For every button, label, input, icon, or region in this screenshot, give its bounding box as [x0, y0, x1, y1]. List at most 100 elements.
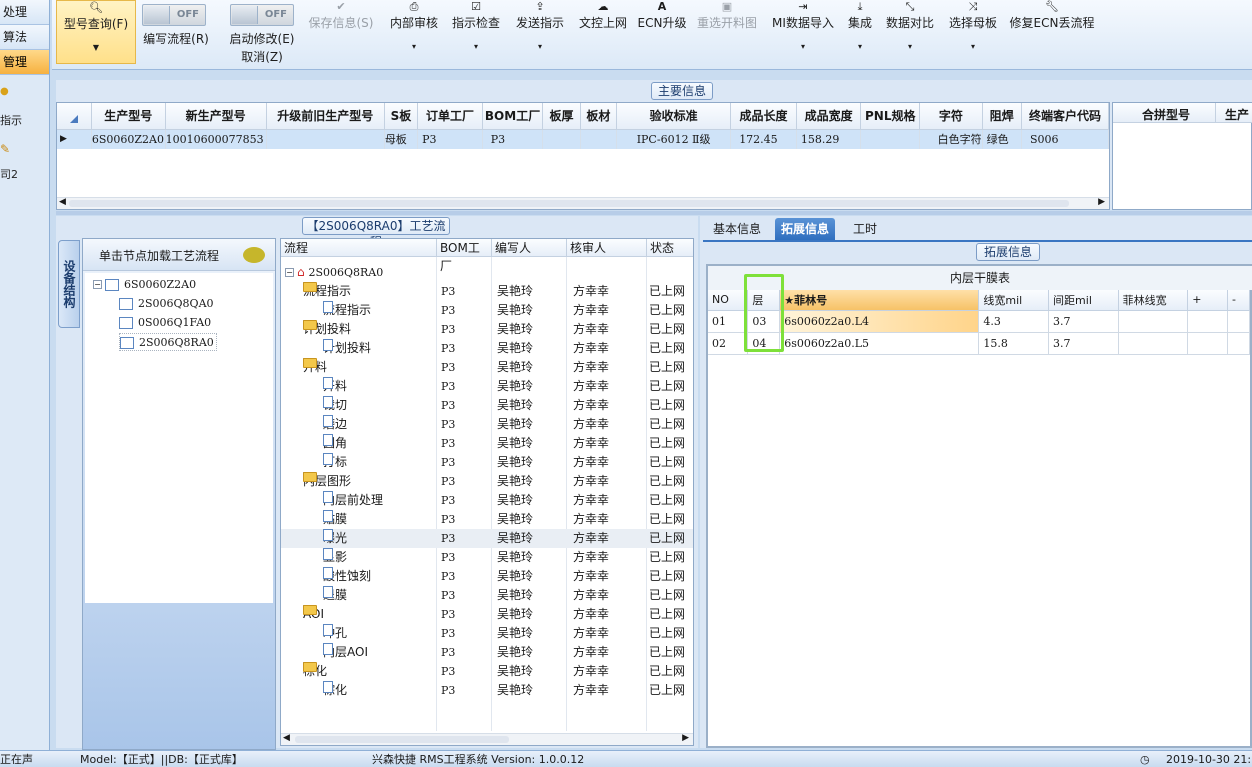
- flow-row[interactable]: 打标 P3 吴艳玲 方幸幸 已上网: [281, 453, 693, 472]
- sidebar-item-algorithm[interactable]: 算法: [0, 25, 49, 50]
- table-cell[interactable]: 15.8: [978, 332, 1050, 355]
- col-header[interactable]: 升级前旧生产型号: [266, 103, 385, 130]
- flow-row[interactable]: 显影 P3 吴艳玲 方幸幸 已上网: [281, 548, 693, 567]
- flow-row[interactable]: −开料P3吴艳玲方幸幸已上网: [281, 358, 693, 377]
- fix-ecn-flow-button[interactable]: 🔧︎ 修复ECN丢流程: [1008, 0, 1096, 62]
- table-cell[interactable]: S006: [1021, 129, 1109, 149]
- table-cell[interactable]: IPC-6012 Ⅱ级: [616, 129, 732, 149]
- flow-row[interactable]: 冲孔 P3 吴艳玲 方幸幸 已上网: [281, 624, 693, 643]
- doc-control-online-button[interactable]: ☁ 文控上网: [575, 0, 631, 62]
- add-column-button[interactable]: +: [1187, 290, 1229, 311]
- flow-row[interactable]: −流程指示P3吴艳玲方幸幸已上网: [281, 282, 693, 301]
- table-cell[interactable]: 172.45: [730, 129, 797, 149]
- table-cell[interactable]: 6S0060Z2A0: [91, 129, 166, 149]
- col-header[interactable]: 成品宽度: [796, 103, 862, 130]
- send-instruction-button[interactable]: ⇪ 发送指示 ▾: [512, 0, 568, 62]
- data-compare-button[interactable]: ⤡ 数据对比 ▾: [884, 0, 936, 62]
- col-header[interactable]: 终端客户代码: [1021, 103, 1109, 130]
- table-cell[interactable]: 6s0060z2a0.L4: [779, 310, 980, 333]
- scroll-thumb[interactable]: [295, 736, 509, 743]
- tree-node-selected[interactable]: 2S006Q8RA0: [119, 333, 217, 351]
- table-cell[interactable]: [860, 129, 921, 149]
- col-header[interactable]: 生产: [1225, 106, 1249, 123]
- horizontal-scrollbar[interactable]: ◀ ▶: [281, 733, 693, 745]
- table-cell[interactable]: 6s0060z2a0.L5: [779, 332, 980, 355]
- horizontal-scrollbar[interactable]: ◀ ▶: [57, 197, 1109, 209]
- tab-basic-info[interactable]: 基本信息: [707, 218, 767, 240]
- col-header[interactable]: 生产型号: [91, 103, 166, 130]
- scroll-right-icon[interactable]: ▶: [682, 733, 689, 743]
- flow-row[interactable]: 磨边 P3 吴艳玲 方幸幸 已上网: [281, 415, 693, 434]
- col-header[interactable]: 字符: [919, 103, 983, 130]
- scroll-right-icon[interactable]: ▶: [1098, 197, 1105, 207]
- write-flow-button[interactable]: 编写流程(R): [136, 30, 216, 48]
- table-cell[interactable]: 01: [708, 310, 749, 333]
- table-cell[interactable]: P3: [482, 129, 544, 149]
- sidebar-item-management[interactable]: 管理: [0, 50, 49, 75]
- col-header[interactable]: 验收标准: [616, 103, 732, 130]
- col-header[interactable]: 订单工厂: [417, 103, 483, 130]
- collapse-icon[interactable]: −: [285, 268, 294, 277]
- col-header[interactable]: ★菲林号: [779, 290, 980, 311]
- col-header[interactable]: 板材: [580, 103, 618, 130]
- toggle-switch[interactable]: OFF: [142, 4, 206, 26]
- scroll-left-icon[interactable]: ◀: [59, 197, 66, 207]
- col-header[interactable]: 核审人: [566, 239, 646, 257]
- table-cell[interactable]: [580, 129, 618, 149]
- col-header[interactable]: 状态: [646, 239, 693, 257]
- device-structure-tab[interactable]: 设备结构: [58, 240, 80, 328]
- table-cell[interactable]: 3.7: [1048, 310, 1119, 333]
- col-header[interactable]: 流程: [281, 239, 436, 257]
- sidebar-item-process[interactable]: 处理: [0, 0, 49, 25]
- col-header[interactable]: NO: [708, 290, 749, 311]
- flow-row[interactable]: −AOIP3吴艳玲方幸幸已上网: [281, 605, 693, 624]
- tree-node-root[interactable]: − 6S0060Z2A0: [93, 277, 196, 291]
- flow-row[interactable]: 棕化 P3 吴艳玲 方幸幸 已上网: [281, 681, 693, 700]
- table-cell[interactable]: 10010600077853: [165, 129, 267, 149]
- scroll-thumb[interactable]: [69, 200, 1069, 207]
- save-info-button[interactable]: ✔ 保存信息(S): [306, 0, 376, 62]
- flow-row[interactable]: −内层图形P3吴艳玲方幸幸已上网: [281, 472, 693, 491]
- col-header[interactable]: 成品长度: [730, 103, 797, 130]
- table-cell[interactable]: [1118, 310, 1189, 333]
- table-cell[interactable]: [542, 129, 581, 149]
- table-cell[interactable]: [1227, 310, 1250, 333]
- table-cell[interactable]: 158.29: [796, 129, 862, 149]
- tab-extended-info[interactable]: 拓展信息: [775, 218, 836, 240]
- flow-row[interactable]: 内层前处理 P3 吴艳玲 方幸幸 已上网: [281, 491, 693, 510]
- table-cell[interactable]: 母板: [384, 129, 419, 149]
- flow-row[interactable]: 计划投料 P3 吴艳玲 方幸幸 已上网: [281, 339, 693, 358]
- internal-review-button[interactable]: ⎙ 内部审核 ▾: [386, 0, 442, 62]
- table-cell[interactable]: P3: [417, 129, 483, 149]
- write-flow-toggle[interactable]: OFF: [142, 4, 206, 26]
- flow-row[interactable]: −棕化P3吴艳玲方幸幸已上网: [281, 662, 693, 681]
- col-header[interactable]: 编写人: [491, 239, 566, 257]
- col-header[interactable]: 间距mil: [1048, 290, 1119, 311]
- flow-row[interactable]: 贴膜 P3 吴艳玲 方幸幸 已上网: [281, 510, 693, 529]
- table-cell[interactable]: 4.3: [978, 310, 1050, 333]
- flow-row[interactable]: 曝光 P3 吴艳玲 方幸幸 已上网: [281, 529, 693, 548]
- remove-column-button[interactable]: -: [1227, 290, 1250, 311]
- instruction-check-button[interactable]: ☑ 指示检查 ▾: [448, 0, 504, 62]
- toggle-switch[interactable]: OFF: [230, 4, 294, 26]
- flow-row[interactable]: 退膜 P3 吴艳玲 方幸幸 已上网: [281, 586, 693, 605]
- col-header[interactable]: 合拼型号: [1119, 106, 1213, 123]
- flow-row[interactable]: 内层AOI P3 吴艳玲 方幸幸 已上网: [281, 643, 693, 662]
- mi-data-import-button[interactable]: ⇥ MI数据导入 ▾: [768, 0, 838, 62]
- flow-row[interactable]: 裁切 P3 吴艳玲 方幸幸 已上网: [281, 396, 693, 415]
- col-header[interactable]: 新生产型号: [165, 103, 267, 130]
- sidebar-small-item-instruction[interactable]: 指示: [0, 112, 22, 128]
- table-row[interactable]: ▶ 6S0060Z2A0 10010600077853 母板 P3 P3 IPC…: [57, 129, 1109, 149]
- col-header[interactable]: 阻焊: [982, 103, 1023, 130]
- table-cell[interactable]: [1227, 332, 1250, 355]
- col-header[interactable]: BOM工厂: [482, 103, 544, 130]
- flow-row[interactable]: 酸性蚀刻 P3 吴艳玲 方幸幸 已上网: [281, 567, 693, 586]
- col-header[interactable]: 线宽mil: [978, 290, 1050, 311]
- splitter[interactable]: [56, 211, 1252, 215]
- cancel-button[interactable]: 取消(Z): [220, 48, 304, 64]
- flow-row[interactable]: 圆角 P3 吴艳玲 方幸幸 已上网: [281, 434, 693, 453]
- table-cell[interactable]: 02: [708, 332, 749, 355]
- tab-work-hours[interactable]: 工时: [847, 218, 883, 240]
- table-cell[interactable]: [1187, 310, 1229, 333]
- sidebar-small-item-2[interactable]: 司2: [0, 166, 18, 182]
